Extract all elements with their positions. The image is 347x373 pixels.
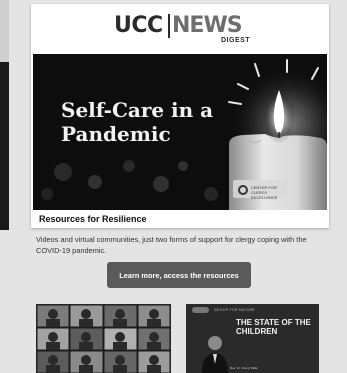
thumbnail-caption: Rev. Dr. Cheryl Miller — [230, 366, 259, 370]
clergy-excellence-badge: CENTER FOR CLERGY EXCELLENCE — [238, 184, 286, 200]
thumbnail-kicker: GROUP FOR NATURE — [214, 308, 256, 312]
background-dark-edge — [0, 62, 9, 230]
masthead: UCC NEWS DIGEST — [31, 4, 329, 54]
logo-ucc-text: UCC — [114, 13, 163, 38]
learn-more-button[interactable]: Learn more, access the resources — [107, 262, 251, 288]
thumbnail-headline: THE STATE OF THE CHILDREN — [236, 318, 311, 336]
newsletter-card: UCC NEWS DIGEST Self-Care in a Pandemic … — [31, 4, 329, 228]
logo-divider — [168, 14, 170, 38]
hero-image[interactable]: Self-Care in a Pandemic CENTER FOR CLERG… — [33, 54, 327, 210]
speaker-portrait-icon — [202, 336, 228, 373]
video-call-thumbnail[interactable] — [36, 304, 171, 373]
article-heading[interactable]: Resources for Resilience — [39, 214, 147, 224]
thumbnail-logo-icon — [192, 307, 209, 313]
article-summary: Videos and virtual communities, just two… — [36, 235, 307, 255]
logo-digest-text: DIGEST — [221, 37, 251, 44]
hero-title: Self-Care in a Pandemic — [61, 98, 214, 146]
logo-news-text: NEWS — [172, 13, 243, 38]
badge-logo-icon — [238, 185, 248, 195]
background-panel-edge — [0, 0, 9, 62]
video-grid-illustration — [36, 304, 171, 373]
ucc-news-logo[interactable]: UCC NEWS DIGEST — [114, 11, 254, 45]
state-of-children-thumbnail[interactable]: GROUP FOR NATURE THE STATE OF THE CHILDR… — [186, 304, 319, 373]
badge-text: CENTER FOR CLERGY EXCELLENCE — [251, 185, 278, 200]
